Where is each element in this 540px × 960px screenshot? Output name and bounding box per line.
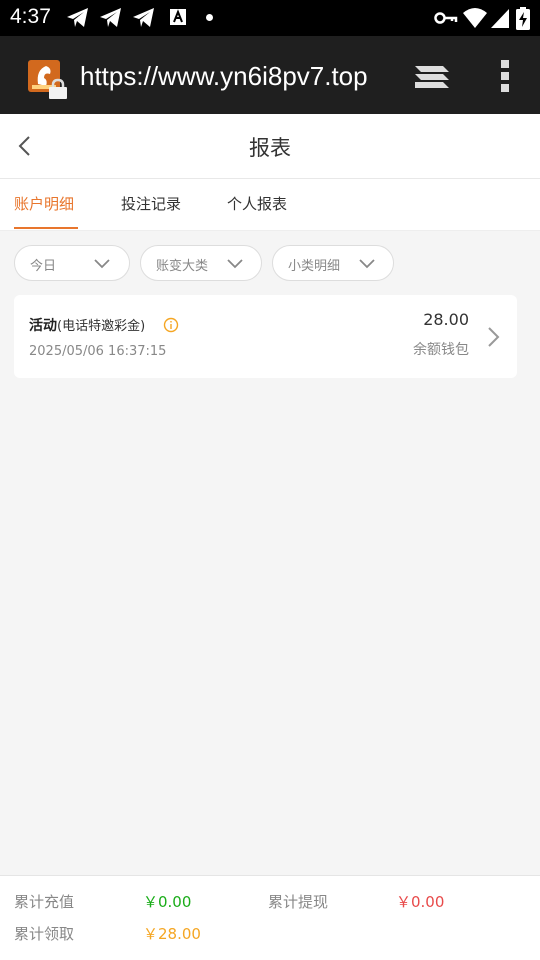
chevron-down-icon	[94, 259, 110, 269]
filter-date-label: 今日	[30, 259, 57, 274]
filter-category-label: 账变大类	[156, 259, 209, 274]
menu-icon[interactable]	[500, 58, 510, 94]
page-title: 报表	[249, 136, 291, 160]
telegram-icon	[67, 8, 88, 27]
tab-bar: 账户明细 投注记录 个人报表	[0, 179, 540, 231]
page-header: 报表	[0, 114, 540, 179]
total-deposit-label: 累计充值	[14, 893, 75, 911]
total-withdraw-label: 累计提现	[268, 893, 329, 911]
filter-subcategory-dropdown[interactable]: 小类明细	[272, 245, 394, 281]
browser-bar: https://www.yn6i8pv7.top	[0, 36, 540, 114]
lock-icon	[49, 78, 67, 99]
wifi-icon	[463, 8, 487, 28]
summary-footer: 累计充值 ￥0.00 累计提现 ￥0.00 累计领取 ￥28.00	[0, 875, 540, 960]
key-icon	[434, 12, 458, 24]
filter-date-dropdown[interactable]: 今日	[14, 245, 130, 281]
chevron-right-icon	[488, 327, 500, 347]
battery-charging-icon	[516, 7, 530, 30]
active-tab-indicator	[14, 227, 78, 229]
status-time: 4:37	[10, 5, 51, 28]
total-claim-label: 累计领取	[14, 925, 75, 943]
record-type: 活动	[29, 318, 57, 334]
total-withdraw-value: ￥0.00	[396, 893, 445, 911]
signal-icon	[491, 9, 509, 28]
url-field[interactable]: https://www.yn6i8pv7.top	[80, 58, 382, 94]
record-title: 活动(电话特邀彩金)	[29, 315, 145, 335]
record-subtitle: (电话特邀彩金)	[57, 319, 146, 334]
record-date: 2025/05/06 16:37:15	[29, 344, 167, 359]
tab-bet-records[interactable]: 投注记录	[121, 193, 181, 231]
status-bar: 4:37	[0, 0, 540, 36]
total-claim-value: ￥28.00	[143, 925, 201, 943]
info-icon[interactable]	[163, 317, 179, 333]
total-deposit-value: ￥0.00	[143, 893, 192, 911]
tab-account-details[interactable]: 账户明细	[14, 193, 74, 231]
filter-category-dropdown[interactable]: 账变大类	[140, 245, 262, 281]
tabs-icon[interactable]	[413, 62, 451, 92]
record-wallet: 余额钱包	[413, 342, 469, 358]
filter-subcategory-label: 小类明细	[288, 259, 341, 274]
chevron-down-icon	[359, 259, 375, 269]
telegram-icon	[133, 8, 154, 27]
chevron-down-icon	[227, 259, 243, 269]
dot-icon	[206, 14, 213, 21]
tab-personal-report[interactable]: 个人报表	[227, 193, 287, 231]
text-a-icon	[170, 9, 186, 25]
record-card[interactable]: 活动(电话特邀彩金) 2025/05/06 16:37:15 28.00 余额钱…	[14, 295, 517, 378]
telegram-icon	[100, 8, 121, 27]
record-amount: 28.00	[423, 310, 469, 329]
